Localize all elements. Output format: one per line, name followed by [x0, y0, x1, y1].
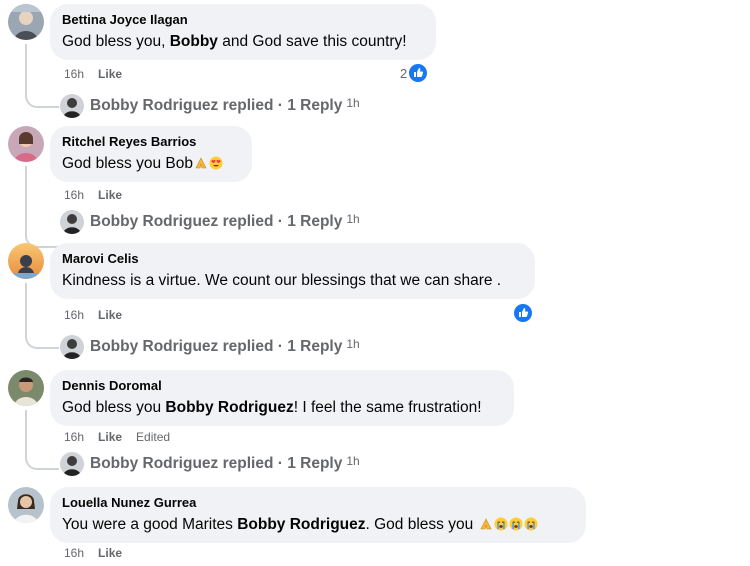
comment-text: God bless you, Bobby and God save this c…	[62, 33, 407, 50]
comment-time[interactable]: 16h	[64, 188, 84, 202]
thread-connector	[25, 44, 59, 108]
comment-author[interactable]: Marovi Celis	[62, 251, 523, 267]
view-replies-link[interactable]: Bobby Rodriguez replied · 1 Reply 1h	[60, 92, 360, 120]
avatar[interactable]	[8, 243, 44, 279]
avatar[interactable]	[8, 487, 44, 523]
mention-link[interactable]: Bobby	[170, 33, 218, 50]
like-button[interactable]: Like	[98, 430, 122, 444]
reply-summary: Bobby Rodriguez replied · 1 Reply	[90, 338, 343, 355]
reply-time: 1h	[346, 454, 360, 468]
avatar[interactable]	[8, 4, 44, 40]
comment-bubble: Louella Nunez Gurrea You were a good Mar…	[50, 487, 586, 543]
avatar[interactable]	[8, 370, 44, 406]
avatar	[60, 452, 84, 476]
folded-hands-emoji	[194, 156, 208, 170]
comment-author[interactable]: Bettina Joyce Ilagan	[62, 12, 424, 28]
like-button[interactable]: Like	[98, 546, 122, 560]
comment-text: Kindness is a virtue. We count our bless…	[62, 272, 502, 289]
comment-time[interactable]: 16h	[64, 67, 84, 81]
comment-time[interactable]: 16h	[64, 430, 84, 444]
reaction-summary[interactable]: 2	[400, 64, 428, 82]
comment-text: You were a good Marites Bobby Rodriguez.…	[62, 514, 574, 535]
comment-actions: 16h Like	[64, 308, 136, 322]
avatar	[60, 94, 84, 118]
comment-author[interactable]: Ritchel Reyes Barrios	[62, 134, 240, 150]
edited-label[interactable]: Edited	[136, 430, 170, 444]
thread-connector	[25, 166, 59, 248]
crying-face-emoji	[524, 517, 538, 531]
like-button[interactable]: Like	[98, 67, 122, 81]
like-button[interactable]: Like	[98, 308, 122, 322]
comment-time[interactable]: 16h	[64, 546, 84, 560]
mention-link[interactable]: Bobby Rodriguez	[237, 516, 365, 533]
crying-face-emoji	[494, 517, 508, 531]
comment-author[interactable]: Dennis Doromal	[62, 378, 502, 394]
comment-actions: 16h Like	[64, 546, 136, 560]
view-replies-link[interactable]: Bobby Rodriguez replied · 1 Reply 1h	[60, 450, 360, 478]
comment-bubble: Ritchel Reyes Barrios God bless you Bob	[50, 126, 252, 182]
comment-author[interactable]: Louella Nunez Gurrea	[62, 495, 574, 511]
reply-time: 1h	[346, 212, 360, 226]
view-replies-link[interactable]: Bobby Rodriguez replied · 1 Reply 1h	[60, 333, 360, 361]
crying-face-emoji	[509, 517, 523, 531]
comment-text: God bless you Bob	[62, 153, 240, 174]
reaction-count: 2	[400, 65, 408, 81]
comment-bubble: Dennis Doromal God bless you Bobby Rodri…	[50, 370, 514, 426]
avatar	[60, 210, 84, 234]
comment-bubble: Marovi Celis Kindness is a virtue. We co…	[50, 243, 535, 299]
folded-hands-emoji	[479, 517, 493, 531]
avatar[interactable]	[8, 126, 44, 162]
mention-link[interactable]: Bobby Rodriguez	[165, 399, 293, 416]
thread-connector	[25, 410, 59, 470]
reply-summary: Bobby Rodriguez replied · 1 Reply	[90, 97, 343, 114]
comment-actions: 16h Like Edited	[64, 430, 184, 444]
reply-time: 1h	[346, 337, 360, 351]
avatar	[60, 335, 84, 359]
reply-summary: Bobby Rodriguez replied · 1 Reply	[90, 213, 343, 230]
comment-text: God bless you Bobby Rodriguez! I feel th…	[62, 399, 482, 416]
reaction-summary[interactable]	[514, 304, 532, 322]
heart-eyes-emoji	[209, 156, 223, 170]
comment-time[interactable]: 16h	[64, 308, 84, 322]
view-replies-link[interactable]: Bobby Rodriguez replied · 1 Reply 1h	[60, 208, 360, 236]
thread-connector	[25, 283, 59, 349]
comment-actions: 16h Like	[64, 188, 136, 202]
thumbs-up-icon	[409, 64, 428, 82]
comment-actions: 16h Like	[64, 67, 136, 81]
thumbs-up-icon	[514, 304, 532, 322]
reply-time: 1h	[346, 96, 360, 110]
like-button[interactable]: Like	[98, 188, 122, 202]
comment-bubble: Bettina Joyce Ilagan God bless you, Bobb…	[50, 4, 436, 60]
reply-summary: Bobby Rodriguez replied · 1 Reply	[90, 455, 343, 472]
